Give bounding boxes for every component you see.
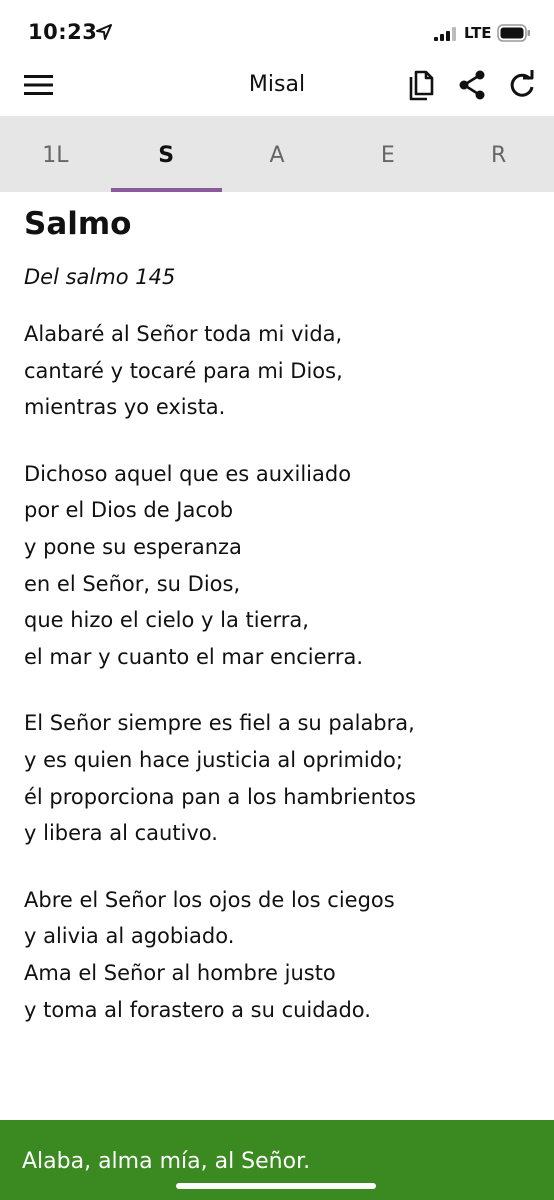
verse-line: el mar y cuanto el mar encierra. — [24, 644, 363, 669]
stanza: Abre el Señor los ojos de los ciegos y a… — [24, 882, 416, 1028]
verse-line: Dichoso aquel que es auxiliado — [24, 461, 352, 486]
app-header: Misal — [0, 64, 554, 116]
verse-line: y pone su esperanza — [24, 534, 242, 559]
verse-line: Alabaré al Señor toda mi vida, — [24, 322, 343, 346]
refresh-icon[interactable] — [506, 68, 538, 102]
document-copy-icon[interactable] — [406, 68, 438, 102]
battery-icon — [497, 24, 530, 42]
verse-line: por el Dios de Jacob — [24, 498, 234, 523]
verse-line: y es quien hace justicia al oprimido; — [24, 747, 403, 772]
psalm-response: Alaba, alma mía, al Señor. — [22, 1149, 311, 1174]
signal-icon — [434, 27, 456, 41]
tab-reflection[interactable]: R — [443, 116, 554, 192]
network-type: LTE — [464, 24, 492, 42]
verse-line: y libera al cautivo. — [24, 821, 218, 846]
verse-line: El Señor siempre es fiel a su palabra, — [24, 711, 415, 736]
tab-gospel[interactable]: E — [332, 116, 443, 192]
tab-psalm[interactable]: S — [110, 116, 222, 192]
verse-line: él proporciona pan a los hambrientos — [24, 784, 416, 809]
stanza: Alabaré al Señor toda mi vida, cantaré y… — [24, 316, 416, 426]
verse-line: y alivia al agobiado. — [24, 924, 235, 949]
verse-line: Abre el Señor los ojos de los ciegos — [24, 887, 395, 912]
home-indicator[interactable] — [176, 1183, 376, 1189]
psalm-text: Alabaré al Señor toda mi vida, cantaré y… — [24, 316, 416, 1058]
stanza: Dichoso aquel que es auxiliado por el Di… — [24, 456, 416, 676]
verse-line: mientras yo exista. — [24, 395, 226, 420]
status-time: 10:23 — [28, 20, 98, 44]
reading-subtitle: Del salmo 145 — [24, 265, 176, 289]
verse-line: que hizo el cielo y la tierra, — [24, 608, 309, 633]
reading-tabs: 1L S A E R — [0, 116, 554, 192]
status-bar: 10:23 LTE — [0, 0, 554, 64]
verse-line: y toma al forastero a su cuidado. — [24, 997, 371, 1022]
stanza: El Señor siempre es fiel a su palabra, y… — [24, 705, 416, 851]
tab-acclamation[interactable]: A — [222, 116, 333, 192]
location-arrow-icon — [96, 24, 112, 40]
verse-line: en el Señor, su Dios, — [24, 571, 241, 596]
verse-line: Ama el Señor al hombre justo — [24, 960, 336, 985]
reading-title: Salmo — [24, 206, 132, 242]
verse-line: cantaré y tocaré para mi Dios, — [24, 358, 343, 383]
share-icon[interactable] — [456, 68, 488, 102]
tab-first-reading[interactable]: 1L — [0, 116, 111, 192]
